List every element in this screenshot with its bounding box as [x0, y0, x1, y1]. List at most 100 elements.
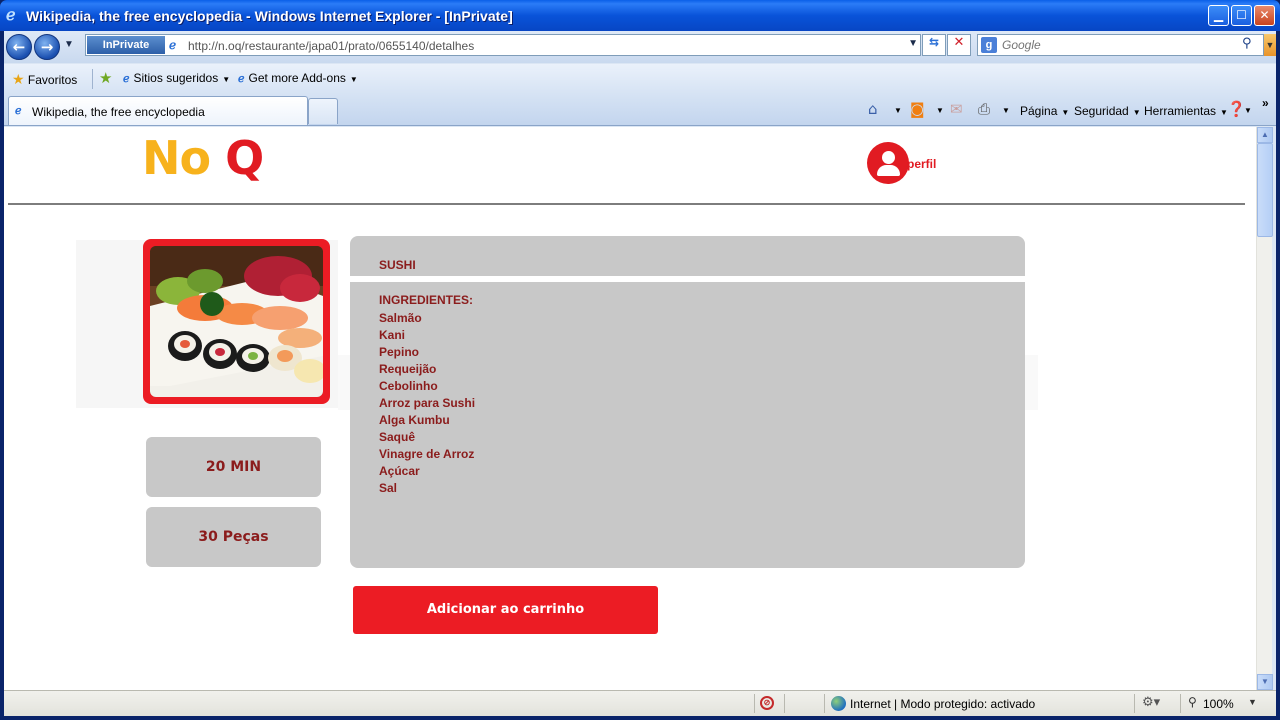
chevron-down-icon: ▼ — [222, 75, 231, 84]
page-menu-label: Página — [1020, 104, 1058, 118]
recent-pages-dropdown-icon[interactable]: ▼ — [64, 39, 74, 50]
search-box[interactable]: g ⚲ — [977, 34, 1264, 56]
refresh-button[interactable]: ⇆ — [922, 34, 946, 56]
site-logo[interactable]: No Q — [142, 131, 264, 185]
ie-page-icon: ℯ — [123, 72, 130, 85]
status-separator — [1134, 694, 1135, 713]
google-logo-icon: g — [981, 37, 997, 53]
suggested-sites-link[interactable]: ℯ Sitios sugeridos ▼ — [123, 71, 230, 85]
status-separator — [784, 694, 785, 713]
rss-feed-icon[interactable]: ◙ — [910, 100, 925, 118]
security-menu[interactable]: Seguridad ▼ — [1074, 104, 1141, 118]
dish-name-panel: SUSHI — [350, 236, 1025, 276]
ingredients-panel: INGREDIENTES: Salmão Kani Pepino Requeij… — [350, 282, 1025, 568]
window-title: Wikipedia, the free encyclopedia - Windo… — [26, 8, 513, 24]
get-addons-link[interactable]: ℯ Get more Add-ons ▼ — [238, 71, 358, 85]
ingredient-item: Pepino — [379, 345, 420, 359]
header-divider — [8, 203, 1245, 205]
close-window-button[interactable]: ✕ — [1254, 5, 1275, 26]
chevron-down-icon[interactable]: ▼ — [1244, 106, 1252, 115]
ingredients-list: Salmão Kani Pepino Requeijão Cebolinho A… — [379, 310, 475, 497]
ingredient-item: Saquê — [379, 430, 416, 444]
forward-button[interactable]: → — [34, 34, 60, 60]
tab-wikipedia[interactable]: ℯ Wikipedia, the free encyclopedia — [8, 96, 308, 125]
ingredients-title: INGREDIENTES: — [379, 293, 474, 307]
search-input[interactable] — [1002, 37, 1232, 53]
protected-mode-icon[interactable]: ⚙▾ — [1142, 695, 1160, 710]
ingredient-item: Salmão — [379, 311, 422, 325]
logo-q: Q — [225, 131, 264, 185]
stop-button[interactable]: ✕ — [947, 34, 971, 56]
page-menu[interactable]: Página ▼ — [1020, 104, 1069, 118]
user-avatar-icon — [867, 142, 909, 184]
home-icon[interactable]: ⌂ — [868, 100, 878, 118]
search-options-dropdown-icon[interactable]: ▼ — [1264, 34, 1276, 56]
prep-time-box: 20 MIN — [146, 437, 321, 497]
tab-favicon-icon: ℯ — [15, 104, 22, 117]
ingredient-item: Alga Kumbu — [379, 413, 450, 427]
favorites-bar: ★ Favoritos ★ ℯ Sitios sugeridos ▼ ℯ Get mo… — [4, 64, 1276, 94]
add-to-favorites-bar-icon[interactable]: ★ — [99, 69, 112, 87]
help-icon[interactable]: ❓ — [1227, 100, 1246, 118]
read-mail-icon[interactable]: ✉ — [950, 100, 963, 118]
ingredient-item: Sal — [379, 481, 398, 495]
chevron-down-icon[interactable]: ▼ — [936, 106, 944, 115]
address-dropdown-icon[interactable]: ▼ — [908, 38, 918, 49]
inprivate-badge[interactable]: InPrivate — [87, 36, 165, 54]
favorites-separator — [92, 69, 93, 89]
security-zone-text[interactable]: Internet | Modo protegido: activado — [850, 697, 1035, 711]
new-tab-button[interactable] — [308, 98, 338, 124]
ingredient-item: Vinagre de Arroz — [379, 447, 475, 461]
address-toolbar: ← → ▼ InPrivate ℯ http://n.oq/restaurant… — [4, 31, 1276, 63]
back-button[interactable]: ← — [6, 34, 32, 60]
chevron-down-icon: ▼ — [1132, 108, 1141, 117]
page-favicon-icon: ℯ — [169, 38, 177, 52]
ingredient-item: Requeijão — [379, 362, 437, 376]
tab-strip: ℯ Wikipedia, the free encyclopedia ⌂ ▼ ◙… — [4, 94, 1276, 126]
more-commands-icon[interactable]: » — [1262, 96, 1269, 110]
scroll-down-icon[interactable]: ▼ — [1257, 674, 1273, 690]
search-icon[interactable]: ⚲ — [1242, 36, 1252, 51]
sushi-image — [150, 246, 323, 397]
zoom-dropdown-icon[interactable]: ▼ — [1248, 697, 1257, 707]
window-titlebar[interactable]: ℯ Wikipedia, the free encyclopedia - Win… — [0, 0, 1280, 31]
internet-zone-icon — [831, 696, 846, 711]
tab-label: Wikipedia, the free encyclopedia — [32, 105, 205, 119]
logo-no: No — [142, 131, 211, 185]
add-to-cart-button[interactable]: Adicionar ao carrinho — [353, 586, 658, 634]
status-separator — [754, 694, 755, 713]
vertical-scrollbar[interactable]: ▲ ▼ — [1256, 127, 1273, 690]
favorites-label: Favoritos — [27, 73, 78, 87]
ie-page-icon: ℯ — [238, 72, 245, 85]
dish-photo — [143, 239, 330, 404]
pieces-box: 30 Peças — [146, 507, 321, 567]
suggested-sites-label: Sitios sugeridos — [133, 71, 219, 85]
chevron-down-icon: ▼ — [1061, 108, 1070, 117]
ingredient-item: Kani — [379, 328, 406, 342]
page-viewport: No Q perfil 20 MIN 30 Peças SUSHI INGRED… — [4, 127, 1256, 690]
chevron-down-icon: ▼ — [349, 75, 358, 84]
tools-menu-label: Herramientas — [1144, 104, 1217, 118]
security-menu-label: Seguridad — [1074, 104, 1129, 118]
favorites-star-icon: ★ — [12, 71, 25, 87]
print-icon[interactable]: ⎙ — [978, 100, 990, 118]
chevron-down-icon[interactable]: ▼ — [1002, 106, 1010, 115]
address-url[interactable]: http://n.oq/restaurante/japa01/prato/065… — [188, 39, 474, 53]
maximize-button[interactable]: ☐ — [1231, 5, 1252, 26]
favorites-button[interactable]: ★ Favoritos — [12, 71, 77, 88]
scrollbar-thumb[interactable] — [1257, 143, 1273, 237]
zoom-icon[interactable]: ⚲ — [1188, 695, 1197, 709]
privacy-report-icon[interactable]: ⊘ — [760, 696, 774, 710]
status-separator — [1180, 694, 1181, 713]
ingredient-item: Cebolinho — [379, 379, 438, 393]
scroll-up-icon[interactable]: ▲ — [1257, 127, 1273, 143]
status-separator — [824, 694, 825, 713]
get-addons-label: Get more Add-ons — [248, 71, 346, 85]
chevron-down-icon[interactable]: ▼ — [894, 106, 902, 115]
dish-name: SUSHI — [379, 258, 416, 272]
minimize-button[interactable]: ▁ — [1208, 5, 1229, 26]
tools-menu[interactable]: Herramientas ▼ — [1144, 104, 1228, 118]
zoom-level[interactable]: 100% — [1203, 697, 1234, 711]
ie-logo-icon: ℯ — [6, 5, 16, 24]
address-bar[interactable]: InPrivate ℯ http://n.oq/restaurante/japa… — [85, 34, 921, 56]
